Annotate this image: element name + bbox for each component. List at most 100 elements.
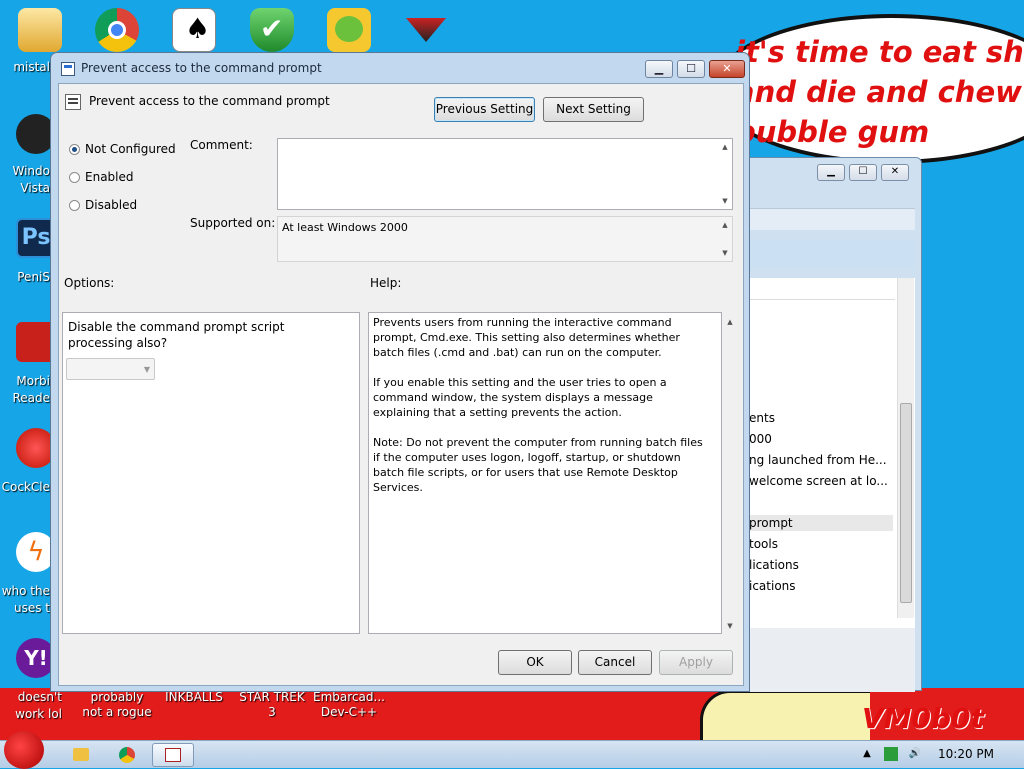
options-pane: Disable the command prompt script proces… bbox=[62, 312, 360, 634]
bg-list-row[interactable]: 000 bbox=[749, 431, 893, 447]
show-hidden-icons-icon[interactable]: ▲ bbox=[860, 747, 874, 761]
apply-button[interactable]: Apply bbox=[659, 650, 733, 675]
enabled-label[interactable]: Enabled bbox=[85, 170, 134, 184]
bg-list-row[interactable]: ents bbox=[749, 410, 893, 426]
bg-maximize-button[interactable]: ☐ bbox=[849, 164, 877, 181]
network-icon[interactable] bbox=[884, 747, 898, 761]
bg-list-row[interactable]: lications bbox=[749, 557, 893, 573]
setting-name: Prevent access to the command prompt bbox=[89, 94, 330, 108]
security-shield-icon[interactable]: ✔ bbox=[250, 8, 294, 52]
enabled-radio[interactable] bbox=[69, 172, 80, 183]
bg-list-row[interactable]: ng launched from He... bbox=[749, 452, 893, 468]
comment-label: Comment: bbox=[190, 138, 253, 152]
desktop-label-6b: work lol bbox=[15, 707, 62, 721]
check-icon: ✔ bbox=[260, 12, 284, 45]
ok-button[interactable]: OK bbox=[498, 650, 572, 675]
option-description: Disable the command prompt script proces… bbox=[68, 320, 285, 350]
next-setting-button[interactable]: Next Setting bbox=[543, 97, 644, 122]
desktop-label-0: mistal bbox=[13, 60, 50, 74]
options-label: Options: bbox=[64, 276, 115, 290]
desktop-icon-label: not a rogue bbox=[82, 705, 152, 719]
scroll-down-arrow[interactable]: ▼ bbox=[720, 249, 730, 257]
taskbar-clock[interactable]: 10:20 PM bbox=[938, 747, 994, 761]
supported-on-value: At least Windows 2000 bbox=[282, 221, 408, 234]
comment-textarea[interactable]: ▲ ▼ bbox=[277, 138, 733, 210]
bg-list-row-selected[interactable]: prompt bbox=[749, 515, 893, 531]
solitaire-icon[interactable]: ♠ bbox=[172, 8, 216, 52]
bubble-line-1: it's time to eat shit bbox=[735, 35, 1024, 69]
help-paragraph-3: Note: Do not prevent the computer from r… bbox=[373, 436, 703, 494]
help-text: Prevents users from running the interact… bbox=[373, 315, 713, 510]
not-configured-radio[interactable] bbox=[69, 144, 80, 155]
speech-bubble-text: it's time to eat shit and die and chew bub… bbox=[735, 32, 1024, 152]
desktop-icon-dev-cpp[interactable]: Embarcad... Dev-C++ bbox=[310, 690, 388, 720]
bg-list-header bbox=[745, 278, 895, 300]
previous-setting-button[interactable]: Previous Setting bbox=[434, 97, 535, 122]
chevron-down-icon: ▼ bbox=[143, 365, 150, 374]
desktop-label-2: PeniS bbox=[17, 270, 50, 284]
disabled-radio[interactable] bbox=[69, 200, 80, 211]
policy-setting-dialog[interactable]: Prevent access to the command prompt ▁ ☐… bbox=[50, 52, 750, 692]
desktop-icon-label: STAR TREK bbox=[239, 690, 305, 704]
bg-scroll-thumb[interactable] bbox=[900, 403, 912, 603]
taskbar-explorer[interactable] bbox=[60, 743, 102, 767]
help-scroll-up-arrow[interactable]: ▲ bbox=[725, 318, 735, 326]
desktop-label-5b: uses t bbox=[13, 601, 50, 615]
script-processing-dropdown[interactable]: ▼ bbox=[66, 358, 155, 380]
scroll-up-arrow[interactable]: ▲ bbox=[720, 221, 730, 229]
scroll-up-arrow[interactable]: ▲ bbox=[720, 143, 730, 151]
pig-face bbox=[335, 16, 363, 42]
setting-icon-line bbox=[68, 102, 78, 104]
volume-icon[interactable]: 🔊 bbox=[908, 747, 922, 761]
folder-icon bbox=[73, 748, 89, 761]
maximize-button[interactable]: ☐ bbox=[677, 60, 705, 78]
chrome-icon bbox=[119, 747, 135, 763]
taskbar-policy-editor[interactable] bbox=[152, 743, 194, 767]
bg-close-button[interactable]: ✕ bbox=[881, 164, 909, 181]
dialog-titlebar[interactable]: Prevent access to the command prompt ▁ ☐… bbox=[51, 53, 749, 83]
not-configured-label[interactable]: Not Configured bbox=[85, 142, 176, 156]
bg-list-row[interactable]: tools bbox=[749, 536, 893, 552]
desktop-icon-label: Embarcad... bbox=[313, 690, 385, 704]
help-paragraph-1: Prevents users from running the interact… bbox=[373, 316, 680, 359]
disabled-label[interactable]: Disabled bbox=[85, 198, 137, 212]
wallpaper-cartoon-shape bbox=[700, 690, 870, 740]
desktop-label-3b: Reade bbox=[12, 391, 50, 405]
help-paragraph-2: If you enable this setting and the user … bbox=[373, 376, 667, 419]
desktop-label-5a: who the bbox=[1, 584, 50, 598]
bg-list-row[interactable]: ications bbox=[749, 578, 893, 594]
bg-minimize-button[interactable]: ▁ bbox=[817, 164, 845, 181]
desktop-icon-inkballs[interactable]: INKBALLS bbox=[155, 690, 233, 705]
taskbar-chrome[interactable] bbox=[106, 743, 148, 767]
bubble-line-3: bubble gum bbox=[735, 115, 930, 149]
chrome-center bbox=[108, 21, 126, 39]
desktop-icon-probably[interactable]: probably not a rogue bbox=[78, 690, 156, 720]
cancel-button[interactable]: Cancel bbox=[578, 650, 652, 675]
bg-toolbar bbox=[745, 240, 915, 268]
help-scroll-down-arrow[interactable]: ▼ bbox=[725, 622, 735, 630]
bg-list-row[interactable]: welcome screen at lo... bbox=[749, 473, 893, 489]
close-button[interactable]: ✕ bbox=[709, 60, 745, 78]
bg-list-area: ents 000 ng launched from He... welcome … bbox=[745, 278, 915, 628]
app-logo-icon[interactable] bbox=[404, 8, 448, 52]
taskbar: ▲ 🔊 10:20 PM bbox=[0, 731, 1024, 769]
spade-glyph: ♠ bbox=[185, 12, 211, 45]
policy-icon bbox=[61, 62, 75, 76]
setting-icon bbox=[65, 94, 81, 110]
desktop-icon-star-trek[interactable]: STAR TREK 3 bbox=[233, 690, 311, 720]
background-editor-window[interactable]: ▁ ☐ ✕ ents 000 ng launched from He... we… bbox=[744, 157, 922, 692]
dialog-client-area: Prevent access to the command prompt Pre… bbox=[58, 83, 744, 686]
minimize-button[interactable]: ▁ bbox=[645, 60, 673, 78]
scroll-down-arrow[interactable]: ▼ bbox=[720, 197, 730, 205]
chrome-icon[interactable] bbox=[95, 8, 139, 52]
folder-icon[interactable] bbox=[18, 8, 62, 52]
bg-vertical-scrollbar[interactable] bbox=[897, 278, 914, 618]
start-button[interactable] bbox=[4, 731, 44, 769]
desktop-label-6a: doesn't bbox=[17, 690, 62, 704]
desktop-label-4: CockCle bbox=[1, 480, 50, 494]
desktop-label-1b: Vista bbox=[20, 181, 50, 195]
desktop-label-3a: Morbi bbox=[16, 374, 50, 388]
desktop-icon-label: probably bbox=[90, 690, 144, 704]
bad-piggies-icon[interactable] bbox=[327, 8, 371, 52]
setting-icon-line bbox=[68, 98, 78, 100]
